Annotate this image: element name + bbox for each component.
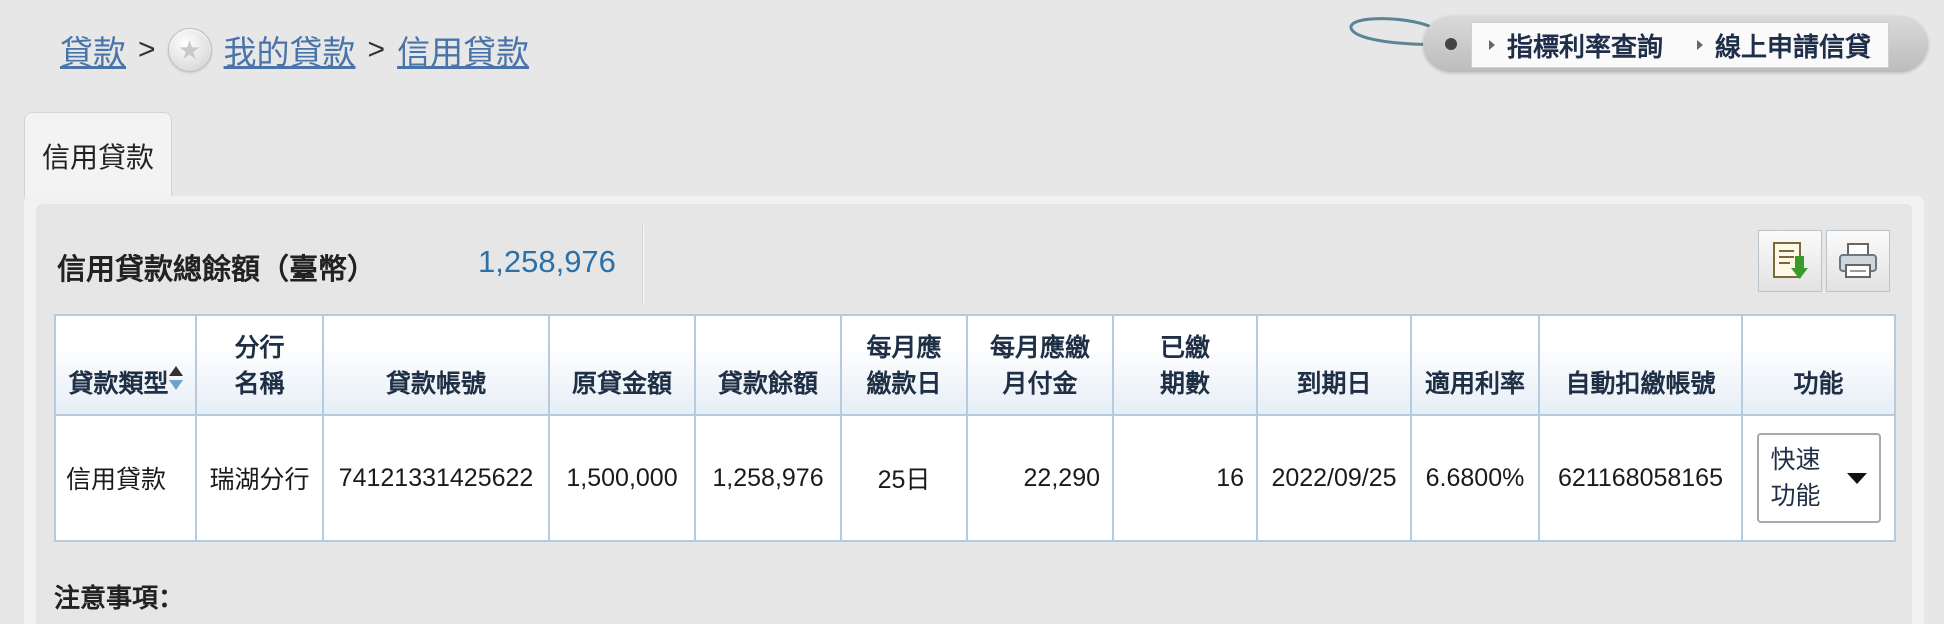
tag-hole-icon bbox=[1445, 38, 1457, 50]
table-header-row: 貸款類型 分行 名稱 貸款帳號 原貸金額 貸款餘額 每月應 繳款日 每月應繳 月付金 … bbox=[54, 314, 1896, 416]
breadcrumb-separator: > bbox=[138, 33, 156, 66]
table-row: 信用貸款 瑞湖分行 74121331425622 1,500,000 1,258… bbox=[54, 414, 1896, 542]
apply-online-label: 線上申請信貸 bbox=[1714, 31, 1871, 62]
triangle-right-icon bbox=[1696, 40, 1703, 50]
quick-links-tag: 指標利率查詢 線上申請信貸 bbox=[1345, 10, 1930, 72]
cell-rate: 6.6800% bbox=[1410, 414, 1540, 542]
breadcrumb-my-loans[interactable]: 我的貸款 bbox=[224, 26, 356, 74]
rate-query-label: 指標利率查詢 bbox=[1506, 31, 1663, 62]
breadcrumb: 貸款 > ★ 我的貸款 > 信用貸款 bbox=[60, 26, 529, 74]
cell-due-day: 25日 bbox=[840, 414, 968, 542]
cell-branch: 瑞湖分行 bbox=[195, 414, 324, 542]
cell-auto-debit: 621168058165 bbox=[1538, 414, 1743, 542]
header-original-amount: 原貸金額 bbox=[548, 314, 696, 416]
rate-query-link[interactable]: 指標利率查詢 bbox=[1488, 27, 1663, 64]
breadcrumb-credit-loan[interactable]: 信用貸款 bbox=[397, 26, 529, 74]
header-maturity: 到期日 bbox=[1256, 314, 1412, 416]
export-button[interactable] bbox=[1758, 230, 1822, 292]
breadcrumb-loans[interactable]: 貸款 bbox=[60, 26, 126, 74]
tab-credit-loan[interactable]: 信用貸款 bbox=[24, 112, 172, 198]
header-account: 貸款帳號 bbox=[322, 314, 550, 416]
cell-original-amount: 1,500,000 bbox=[548, 414, 696, 542]
header-rate: 適用利率 bbox=[1410, 314, 1540, 416]
summary-divider bbox=[642, 225, 644, 305]
cell-paid-periods: 16 bbox=[1112, 414, 1258, 542]
breadcrumb-separator: > bbox=[367, 33, 386, 66]
header-balance: 貸款餘額 bbox=[694, 314, 842, 416]
notes-title: 注意事項： bbox=[54, 583, 185, 613]
print-button[interactable] bbox=[1826, 230, 1890, 292]
quick-function-dropdown[interactable]: 快速 功能 bbox=[1756, 433, 1881, 523]
chevron-down-icon bbox=[1846, 472, 1867, 484]
total-balance-value: 1,258,976 bbox=[478, 244, 616, 279]
quick-function-label: 快速 功能 bbox=[1770, 446, 1821, 510]
header-function: 功能 bbox=[1741, 314, 1896, 416]
triangle-right-icon bbox=[1488, 40, 1495, 50]
header-monthly-payment: 每月應繳 月付金 bbox=[966, 314, 1114, 416]
sort-icon[interactable] bbox=[168, 366, 183, 396]
header-loan-type[interactable]: 貸款類型 bbox=[54, 314, 197, 416]
tab-label: 信用貸款 bbox=[41, 141, 154, 173]
star-icon: ★ bbox=[167, 28, 212, 72]
apply-online-link[interactable]: 線上申請信貸 bbox=[1696, 27, 1871, 64]
cell-loan-type: 信用貸款 bbox=[54, 414, 197, 542]
header-branch: 分行 名稱 bbox=[195, 314, 324, 416]
printer-icon bbox=[1839, 243, 1877, 278]
header-paid-periods: 已繳 期數 bbox=[1112, 314, 1258, 416]
cell-maturity: 2022/09/25 bbox=[1256, 414, 1412, 542]
header-auto-debit: 自動扣繳帳號 bbox=[1538, 314, 1743, 416]
export-icon bbox=[1773, 242, 1808, 279]
cell-account: 74121331425622 bbox=[322, 414, 550, 542]
total-balance-label: 信用貸款總餘額（臺幣） bbox=[57, 254, 377, 286]
tag-links: 指標利率查詢 線上申請信貸 bbox=[1471, 22, 1889, 68]
header-due-day: 每月應 繳款日 bbox=[840, 314, 968, 416]
cell-monthly-payment: 22,290 bbox=[966, 414, 1114, 542]
cell-function: 快速 功能 bbox=[1741, 414, 1896, 542]
loan-table: 貸款類型 分行 名稱 貸款帳號 原貸金額 貸款餘額 每月應 繳款日 每月應繳 月付金 … bbox=[54, 314, 1896, 542]
cell-balance: 1,258,976 bbox=[694, 414, 842, 542]
